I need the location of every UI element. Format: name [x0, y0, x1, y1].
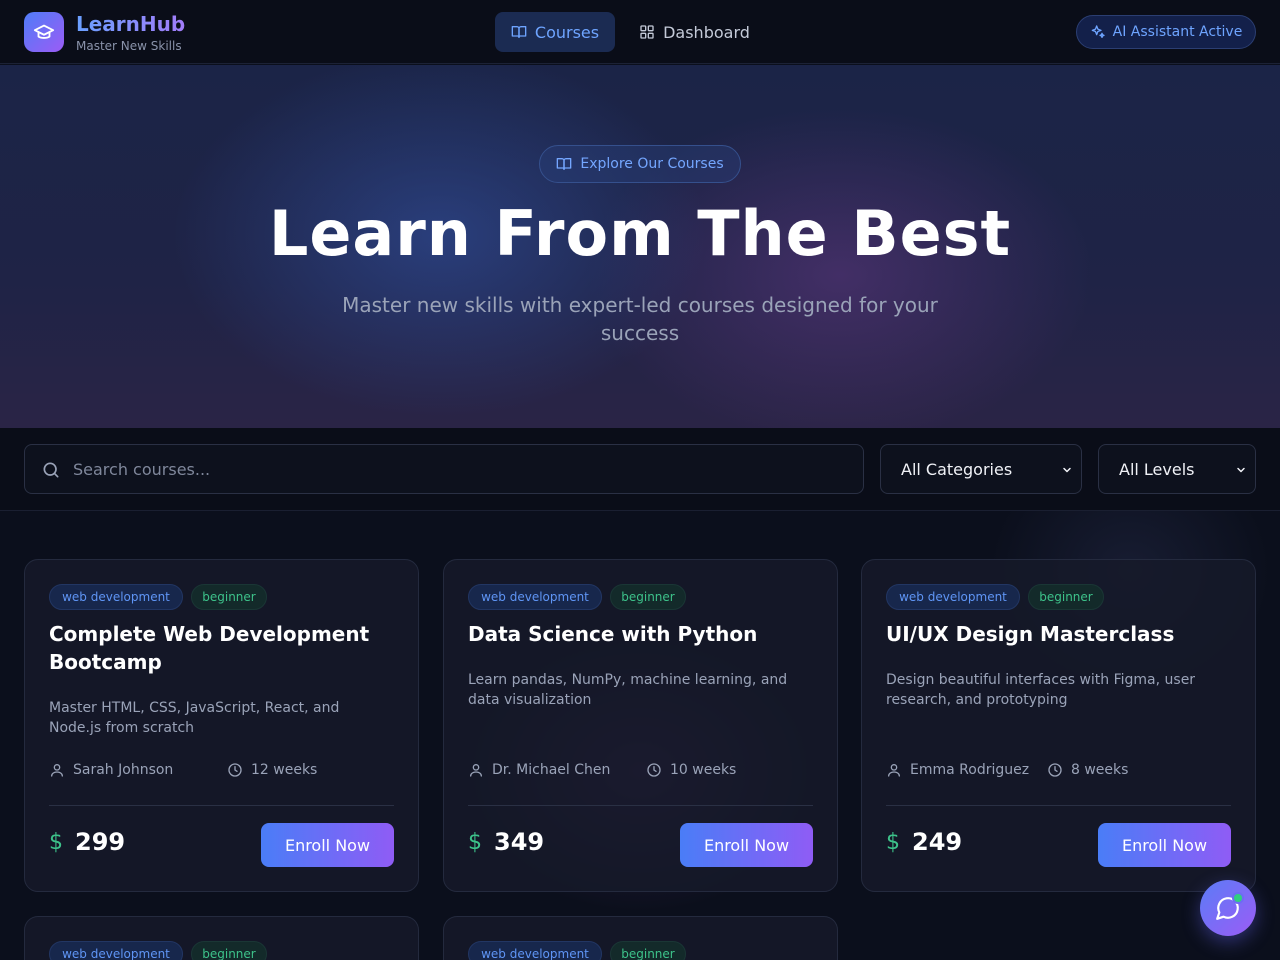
course-price: $ 299 [49, 828, 125, 856]
divider [468, 805, 813, 806]
category-tag: web development [468, 941, 602, 960]
level-tag: beginner [610, 584, 686, 610]
course-description: Design beautiful interfaces with Figma, … [886, 672, 1196, 708]
top-navigation-bar: LearnHub Master New Skills Courses Dashb… [0, 0, 1280, 64]
online-status-dot [1232, 892, 1244, 904]
clock-icon [228, 763, 242, 777]
category-select[interactable]: All Categories [880, 444, 1082, 494]
category-tag: web development [49, 941, 183, 960]
badge-label: Explore Our Courses [580, 156, 724, 172]
level-tag: beginner [610, 941, 686, 960]
level-tag: beginner [1028, 584, 1104, 610]
grid-icon [640, 25, 654, 39]
nav-tab-label: Courses [534, 22, 600, 42]
search-input[interactable] [73, 445, 853, 493]
course-description: Learn pandas, NumPy, machine learning, a… [468, 672, 788, 708]
course-title[interactable]: Data Science with Python [468, 620, 813, 648]
divider [49, 805, 394, 806]
course-description: Master HTML, CSS, JavaScript, React, and… [49, 700, 340, 736]
enroll-button[interactable]: Enroll Now [680, 823, 813, 867]
duration-text: 12 weeks [251, 762, 318, 778]
course-price: $ 349 [468, 828, 544, 856]
ai-chat-button[interactable] [1200, 880, 1256, 936]
course-price: $ 249 [886, 828, 962, 856]
page-subtitle: Master new skills with expert-led course… [342, 293, 938, 345]
graduation-cap-icon[interactable] [24, 12, 64, 52]
category-tag: web development [468, 584, 602, 610]
category-tag: web development [49, 584, 183, 610]
course-title[interactable]: Complete Web Development Bootcamp [49, 620, 394, 676]
duration-info: 12 weeks [227, 762, 317, 778]
user-icon [51, 764, 63, 777]
sparkles-icon [1091, 25, 1105, 38]
chevron-down-icon [1237, 467, 1245, 473]
course-card: web development beginner [24, 916, 419, 960]
course-grid: web development beginner Complete Web De… [0, 511, 1280, 960]
level-select-value: All Levels [1119, 459, 1195, 479]
level-tag: beginner [191, 584, 267, 610]
instructor-name: Emma Rodriguez [910, 762, 1030, 778]
instructor-info: Sarah Johnson [49, 762, 173, 778]
hero-section: Explore Our Courses Learn From The Best … [0, 65, 1280, 428]
course-card: web development beginner Complete Web De… [24, 559, 419, 892]
divider [886, 805, 1231, 806]
category-select-value: All Categories [901, 459, 1013, 479]
search-box[interactable] [24, 444, 864, 494]
course-title[interactable]: UI/UX Design Masterclass [886, 620, 1231, 648]
instructor-name: Dr. Michael Chen [492, 762, 611, 778]
dollar-icon: $ [468, 829, 482, 855]
clock-icon [1048, 763, 1062, 777]
brand-name[interactable]: LearnHub [76, 12, 185, 36]
course-card: web development beginner Data Science wi… [443, 559, 838, 892]
nav-tab-dashboard[interactable]: Dashboard [627, 12, 762, 52]
filter-bar: All Categories All Levels [0, 428, 1280, 511]
ai-assistant-status[interactable]: AI Assistant Active [1076, 15, 1256, 49]
nav-tab-label: Dashboard [663, 22, 750, 42]
search-icon [43, 462, 59, 478]
enroll-button[interactable]: Enroll Now [1098, 823, 1231, 867]
price-amount: 349 [494, 828, 545, 856]
duration-text: 8 weeks [1071, 762, 1129, 778]
instructor-name: Sarah Johnson [73, 762, 174, 778]
book-open-icon [557, 158, 572, 170]
explore-courses-badge: Explore Our Courses [539, 145, 741, 183]
book-open-icon [511, 26, 527, 38]
course-card: web development beginner UI/UX Design Ma… [861, 559, 1256, 892]
category-tag: web development [886, 584, 1020, 610]
dollar-icon: $ [886, 829, 900, 855]
price-amount: 299 [75, 828, 126, 856]
instructor-info: Dr. Michael Chen [468, 762, 610, 778]
nav-tab-courses[interactable]: Courses [495, 12, 615, 52]
level-tag: beginner [191, 941, 267, 960]
page-title: Learn From The Best [268, 197, 1012, 270]
brand-tagline: Master New Skills [76, 39, 182, 53]
ai-status-label: AI Assistant Active [1112, 24, 1243, 40]
instructor-info: Emma Rodriguez [886, 762, 1029, 778]
course-card: web development beginner [443, 916, 838, 960]
user-icon [888, 764, 900, 777]
dollar-icon: $ [49, 829, 63, 855]
duration-text: 10 weeks [670, 762, 737, 778]
chevron-down-icon [1063, 467, 1071, 473]
clock-icon [647, 763, 661, 777]
price-amount: 249 [912, 828, 963, 856]
duration-info: 10 weeks [646, 762, 736, 778]
enroll-button[interactable]: Enroll Now [261, 823, 394, 867]
duration-info: 8 weeks [1047, 762, 1128, 778]
level-select[interactable]: All Levels [1098, 444, 1256, 494]
user-icon [470, 764, 482, 777]
